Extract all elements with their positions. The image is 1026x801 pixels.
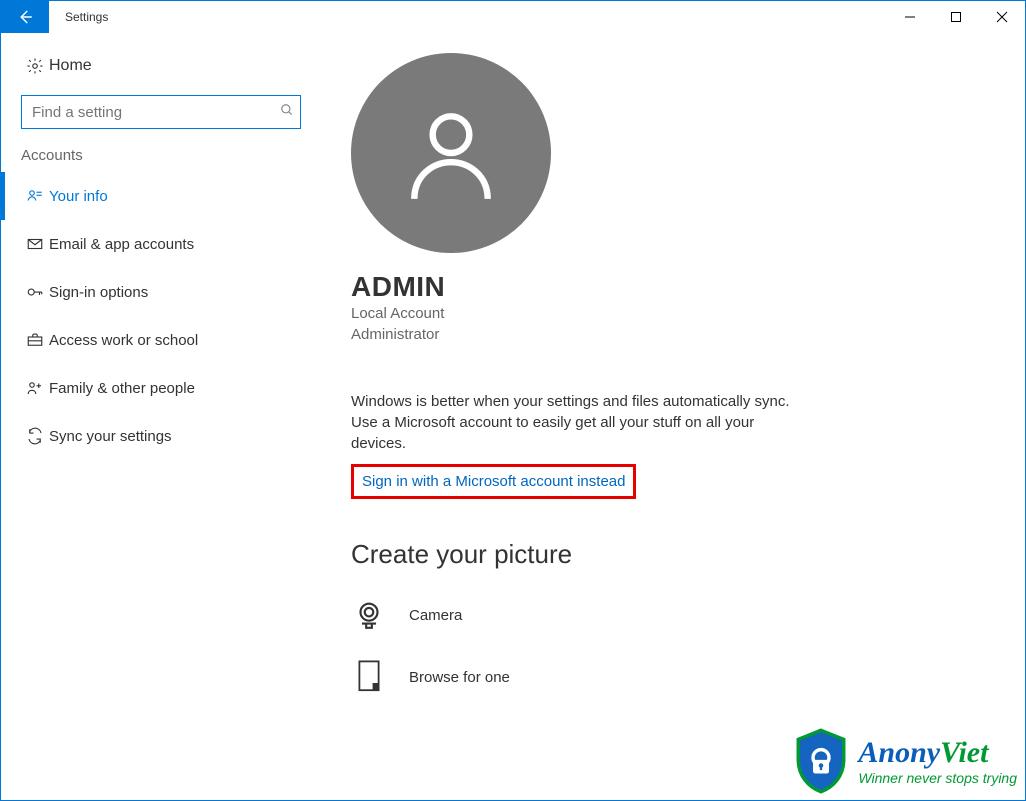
sidebar-item-your-info[interactable]: Your info: [1, 172, 321, 220]
sidebar-item-label: Your info: [49, 188, 108, 205]
browse-icon: [351, 659, 387, 695]
window-title: Settings: [49, 10, 108, 24]
search-input[interactable]: [30, 103, 280, 122]
sidebar-item-label: Access work or school: [49, 332, 198, 349]
sync-prompt-text: Windows is better when your settings and…: [351, 391, 811, 454]
sidebar-item-label: Sync your settings: [49, 428, 172, 445]
briefcase-icon: [21, 331, 49, 349]
account-type: Local Account: [351, 303, 995, 324]
picture-option-camera[interactable]: Camera: [351, 584, 995, 646]
camera-icon: [351, 598, 387, 632]
maximize-icon: [950, 11, 962, 23]
sidebar-section-header: Accounts: [1, 147, 321, 172]
titlebar: Settings: [1, 1, 1025, 33]
home-label: Home: [49, 57, 92, 75]
search-box[interactable]: [21, 95, 301, 129]
maximize-button[interactable]: [933, 1, 979, 33]
minimize-button[interactable]: [887, 1, 933, 33]
sidebar-item-sign-in-options[interactable]: Sign-in options: [1, 268, 321, 316]
gear-icon: [21, 57, 49, 75]
highlight-box: Sign in with a Microsoft account instead: [351, 464, 636, 499]
sidebar-item-access-work-school[interactable]: Access work or school: [1, 316, 321, 364]
people-icon: [21, 379, 49, 397]
sidebar: Home Accounts Your info Email & app acco…: [1, 33, 321, 800]
sign-in-ms-account-link[interactable]: Sign in with a Microsoft account instead: [362, 473, 625, 490]
key-icon: [21, 283, 49, 301]
picture-option-label: Browse for one: [409, 669, 510, 686]
sidebar-item-family-people[interactable]: Family & other people: [1, 364, 321, 412]
person-icon: [396, 98, 506, 208]
account-role: Administrator: [351, 324, 995, 345]
main-panel: ADMIN Local Account Administrator Window…: [321, 33, 1025, 800]
mail-icon: [21, 235, 49, 253]
close-icon: [996, 11, 1008, 23]
person-card-icon: [21, 187, 49, 205]
sidebar-home[interactable]: Home: [1, 53, 321, 91]
sidebar-item-sync-settings[interactable]: Sync your settings: [1, 412, 321, 460]
picture-option-browse[interactable]: Browse for one: [351, 646, 995, 708]
create-picture-heading: Create your picture: [351, 539, 995, 570]
avatar: [351, 53, 551, 253]
account-name: ADMIN: [351, 271, 995, 303]
search-icon: [280, 103, 294, 121]
sidebar-item-label: Family & other people: [49, 380, 195, 397]
sync-icon: [21, 427, 49, 445]
picture-option-label: Camera: [409, 607, 462, 624]
window-controls: [887, 1, 1025, 33]
sidebar-item-label: Email & app accounts: [49, 236, 194, 253]
close-button[interactable]: [979, 1, 1025, 33]
minimize-icon: [904, 11, 916, 23]
sidebar-item-email-accounts[interactable]: Email & app accounts: [1, 220, 321, 268]
back-arrow-icon: [16, 8, 34, 26]
back-button[interactable]: [1, 1, 49, 33]
sidebar-item-label: Sign-in options: [49, 284, 148, 301]
